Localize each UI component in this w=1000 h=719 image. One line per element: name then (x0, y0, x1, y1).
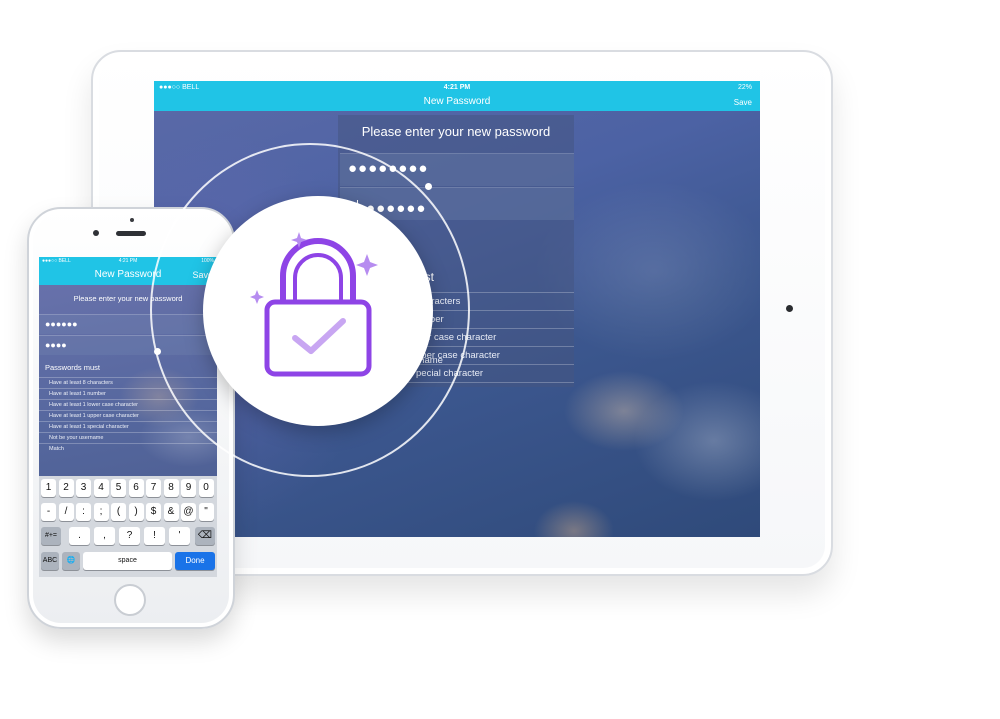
done-key[interactable]: Done (175, 552, 215, 570)
key-slash[interactable]: / (58, 503, 74, 521)
key-apostrophe[interactable]: ' (169, 527, 190, 545)
home-button[interactable] (114, 584, 146, 616)
key-colon[interactable]: : (76, 503, 91, 521)
key-1[interactable]: 1 (41, 479, 56, 497)
ring-dot (154, 348, 161, 355)
key-symbols[interactable]: #+= (41, 527, 61, 545)
key-exclamation[interactable]: ! (144, 527, 165, 545)
key-semicolon[interactable]: ; (93, 503, 109, 521)
key-ampersand[interactable]: & (163, 503, 179, 521)
key-close-paren[interactable]: ) (128, 503, 144, 521)
key-question[interactable]: ? (119, 527, 140, 545)
key-minus[interactable]: - (41, 503, 56, 521)
key-0[interactable]: 0 (198, 479, 214, 497)
confirm-password-value: ●●●● (45, 340, 67, 350)
key-open-paren[interactable]: ( (111, 503, 126, 521)
key-6[interactable]: 6 (128, 479, 144, 497)
earpiece-speaker (116, 231, 146, 236)
space-key[interactable]: space (83, 552, 172, 570)
key-3[interactable]: 3 (76, 479, 91, 497)
front-camera (93, 230, 99, 236)
ipad-nav-bar: New Password Save (154, 95, 760, 111)
ipad-camera (786, 305, 793, 312)
key-2[interactable]: 2 (58, 479, 74, 497)
key-7[interactable]: 7 (146, 479, 161, 497)
page-title: New Password (423, 96, 491, 107)
ipad-status-bar: ●●●○○ BELL 4:21 PM 22% (154, 81, 760, 95)
key-5[interactable]: 5 (111, 479, 126, 497)
key-4[interactable]: 4 (93, 479, 109, 497)
numeric-keyboard: 1 2 3 4 5 6 7 8 9 0 - / : ; ( ) $ & @ " … (39, 476, 217, 577)
ring-dot (425, 183, 432, 190)
battery-level: 22% (737, 84, 752, 91)
backspace-icon[interactable]: ⌫ (195, 527, 215, 545)
key-period[interactable]: . (69, 527, 90, 545)
key-at[interactable]: @ (181, 503, 196, 521)
save-button[interactable]: Save (734, 98, 752, 107)
key-quote[interactable]: " (198, 503, 214, 521)
proximity-sensor (130, 218, 134, 222)
key-comma[interactable]: , (94, 527, 115, 545)
rules-title: Passwords must (45, 363, 101, 372)
rule-item: Match (39, 443, 217, 455)
lock-check-icon (250, 232, 378, 377)
password-value: ●●●●●● (45, 319, 78, 329)
key-9[interactable]: 9 (181, 479, 196, 497)
key-abc[interactable]: ABC (41, 552, 59, 570)
status-time: 4:21 PM (443, 84, 471, 91)
key-8[interactable]: 8 (163, 479, 179, 497)
password-prompt: Please enter your new password (361, 124, 551, 139)
lock-badge (203, 196, 433, 426)
key-dollar[interactable]: $ (146, 503, 161, 521)
globe-icon[interactable]: 🌐 (62, 552, 80, 570)
